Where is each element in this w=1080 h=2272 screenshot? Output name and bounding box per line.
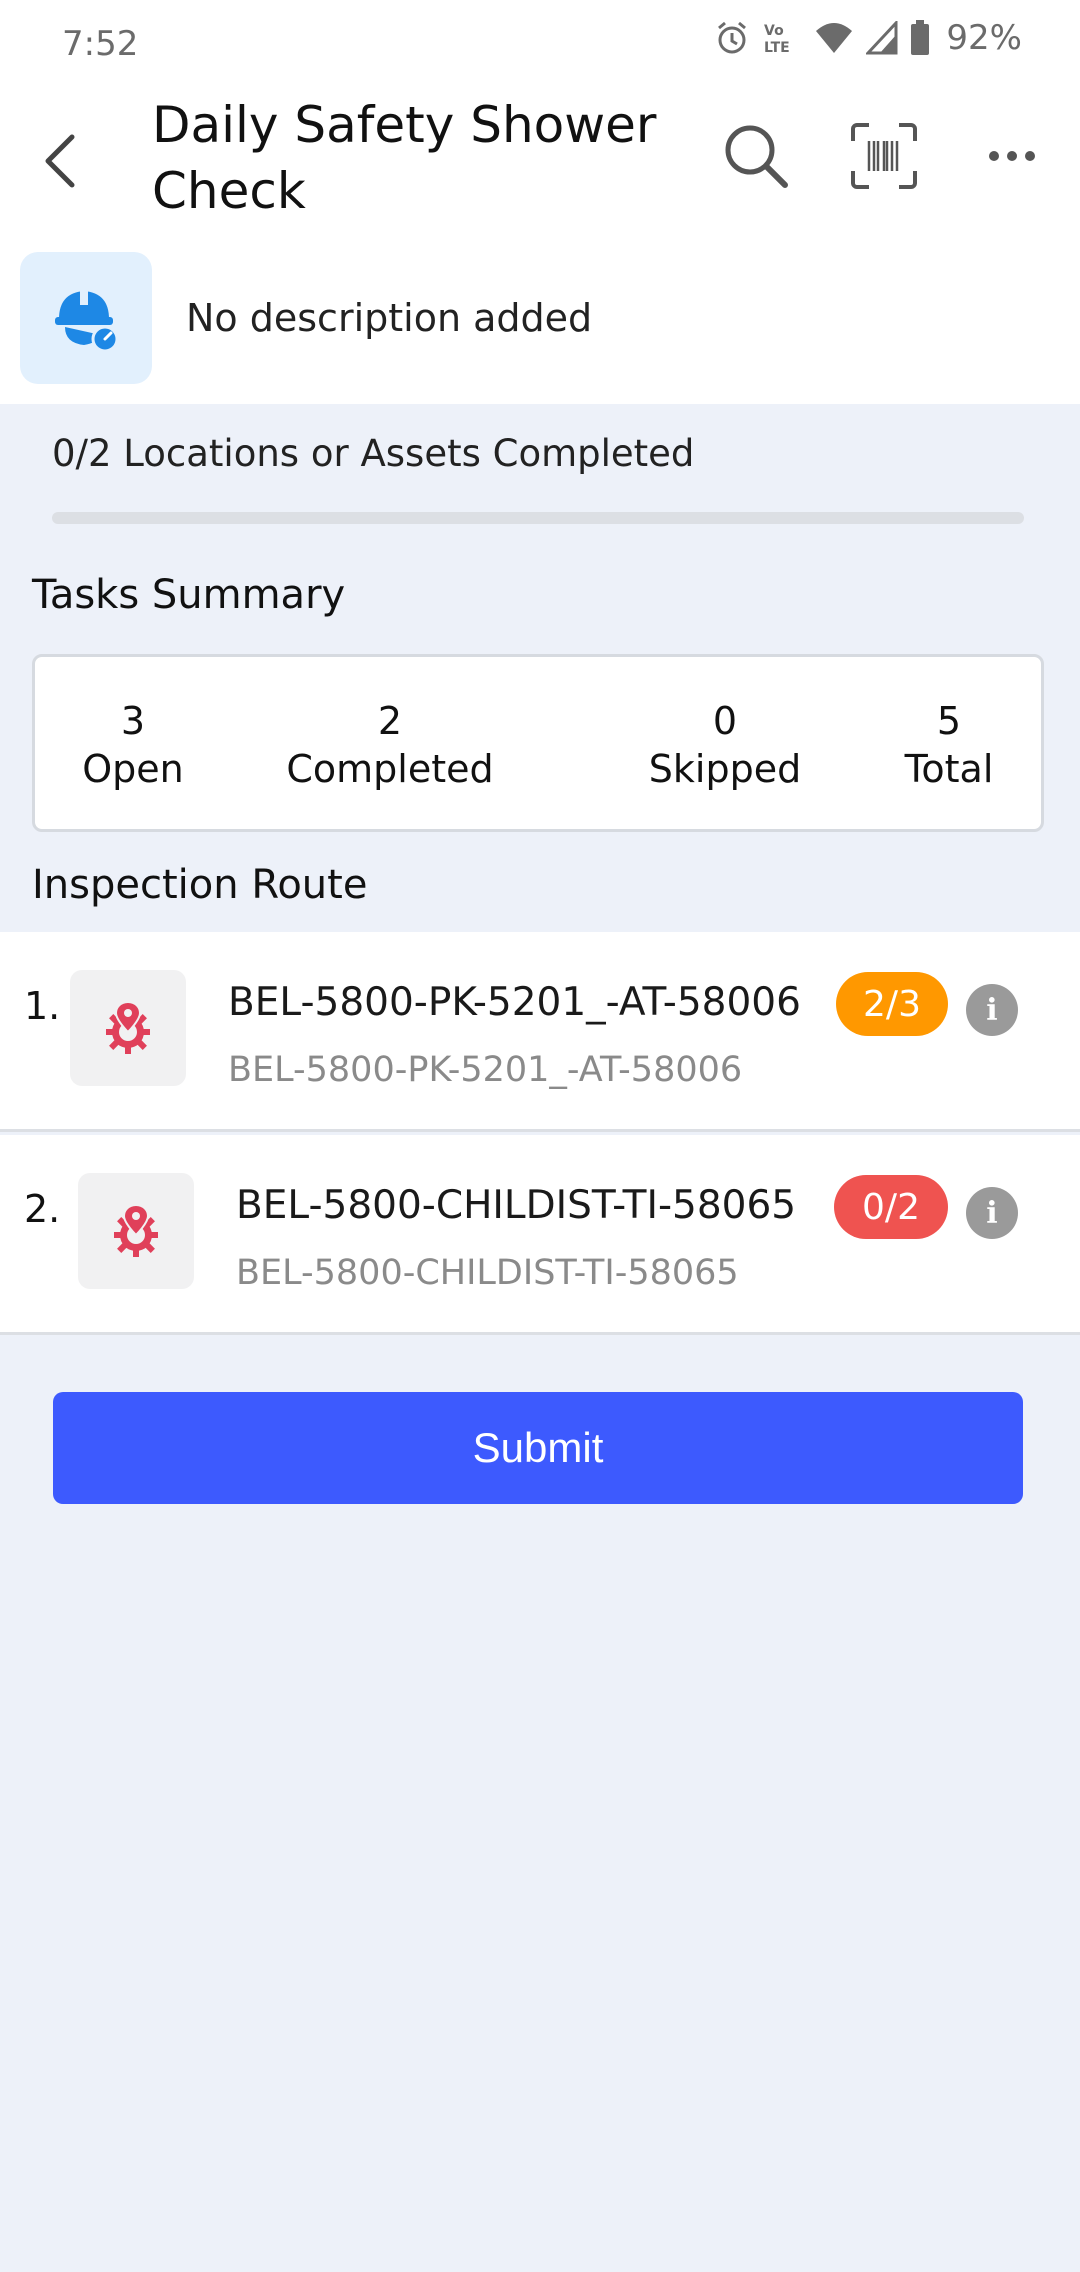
volte-icon: Vo LTE xyxy=(762,20,802,56)
screen: 7:52 VoLTE 92% Daily Safety Shower Chec xyxy=(0,0,1080,2272)
route-item[interactable]: 2. BEL-5800-CHILDIST-TI-58065 BEL-5800-C… xyxy=(0,1135,1080,1335)
status-bar: 7:52 Vo LTE 92% xyxy=(0,0,1080,86)
route-subtitle: BEL-5800-CHILDIST-TI-58065 xyxy=(236,1253,739,1293)
alarm-icon xyxy=(714,20,750,56)
route-name: BEL-5800-PK-5201_-AT-58006 xyxy=(228,980,801,1025)
stat-value: 0 xyxy=(712,699,738,743)
more-options-button[interactable] xyxy=(970,114,1054,198)
svg-text:LTE: LTE xyxy=(764,40,790,56)
signal-icon xyxy=(866,21,898,55)
status-time: 7:52 xyxy=(62,24,139,64)
route-index: 1. xyxy=(24,984,61,1028)
route-progress-badge: 2/3 xyxy=(836,972,948,1036)
stat-label: Completed xyxy=(286,747,494,791)
stat-label: Open xyxy=(82,747,184,791)
progress-label: 0/2 Locations or Assets Completed xyxy=(52,432,695,475)
safety-helmet-icon xyxy=(55,291,119,353)
search-icon xyxy=(725,125,788,188)
submit-button[interactable]: Submit xyxy=(53,1392,1023,1504)
route-item[interactable]: 1. BEL-5800-PK-5201_-AT-58006 BEL-5800-P… xyxy=(0,932,1080,1132)
stat-value: 5 xyxy=(936,699,962,743)
description-row: No description added xyxy=(0,234,1080,404)
asset-location-icon xyxy=(114,1203,158,1257)
route-name: BEL-5800-CHILDIST-TI-58065 xyxy=(236,1183,797,1228)
stat-total: 5 Total xyxy=(889,697,1009,793)
stat-skipped: 0 Skipped xyxy=(635,697,815,793)
back-arrow-icon xyxy=(45,134,75,188)
barcode-scan-button[interactable] xyxy=(842,114,926,198)
inspection-route-title: Inspection Route xyxy=(32,862,368,908)
stat-value: 2 xyxy=(377,699,403,743)
stat-completed: 2 Completed xyxy=(275,697,505,793)
stat-label: Skipped xyxy=(648,747,802,791)
info-icon[interactable]: i xyxy=(966,984,1018,1036)
route-subtitle: BEL-5800-PK-5201_-AT-58006 xyxy=(228,1050,743,1090)
description-thumbnail xyxy=(20,252,152,384)
stat-value: 3 xyxy=(120,699,146,743)
page-title: Daily Safety Shower Check xyxy=(152,96,657,220)
tasks-summary-card: 3 Open 2 Completed 0 Skipped 5 Total xyxy=(32,654,1044,832)
stat-label: Total xyxy=(904,747,994,791)
svg-text:Vo: Vo xyxy=(764,23,784,39)
route-thumbnail xyxy=(70,970,186,1086)
search-button[interactable] xyxy=(714,114,798,198)
barcode-scan-icon xyxy=(851,123,917,189)
battery-icon xyxy=(910,20,930,56)
description-text: No description added xyxy=(186,296,593,340)
stat-open: 3 Open xyxy=(71,697,195,793)
progress-bar xyxy=(52,512,1024,524)
battery-percentage: 92% xyxy=(946,18,1022,58)
route-index: 2. xyxy=(24,1187,61,1231)
more-horizontal-icon xyxy=(989,151,1035,161)
wifi-icon xyxy=(814,21,854,55)
route-progress-badge: 0/2 xyxy=(834,1175,948,1239)
asset-location-icon xyxy=(106,1000,150,1054)
info-icon[interactable]: i xyxy=(966,1187,1018,1239)
app-header: Daily Safety Shower Check xyxy=(0,86,1080,234)
tasks-summary-title: Tasks Summary xyxy=(32,572,346,618)
route-thumbnail xyxy=(78,1173,194,1289)
status-icons: Vo LTE 92% xyxy=(714,18,1022,58)
back-button[interactable] xyxy=(30,116,90,206)
